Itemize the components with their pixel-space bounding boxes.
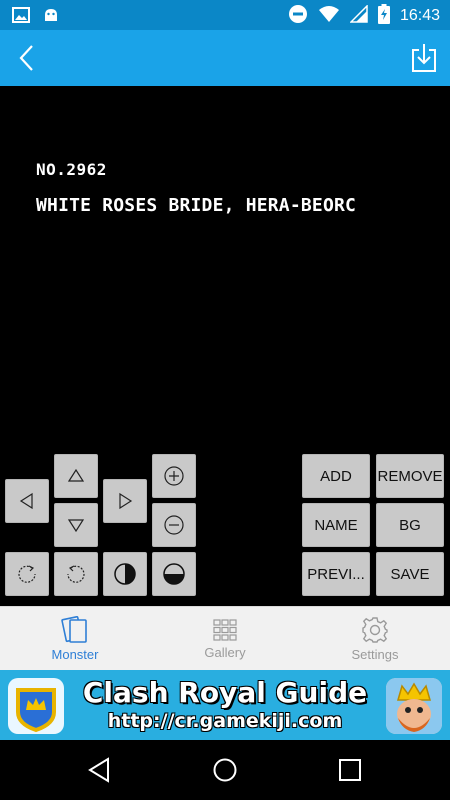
triangle-left-icon [19,492,33,510]
king-character-icon [386,678,442,734]
rotate-cw-icon [18,565,36,583]
grid-icon [213,618,237,641]
bottom-navigation: Monster Gallery Settings [0,606,450,670]
nav-home-icon[interactable] [211,756,239,788]
battery-charging-icon [377,4,390,28]
do-not-disturb-icon [288,4,308,28]
move-up-button[interactable] [54,454,98,498]
gear-icon [362,616,388,643]
minus-circle-icon [164,515,184,535]
tab-settings[interactable]: Settings [300,607,450,670]
move-right-button[interactable] [103,479,147,523]
add-button[interactable]: ADD [302,454,370,498]
zoom-out-button[interactable] [152,503,196,547]
bg-button[interactable]: BG [376,503,444,547]
download-icon[interactable] [410,42,438,74]
triangle-up-icon [67,468,85,482]
status-bar: 16:43 [0,0,450,30]
half-circle-horizontal-icon [163,563,185,585]
flip-vertical-button[interactable] [152,552,196,596]
android-icon [42,6,60,28]
save-button[interactable]: SAVE [376,552,444,596]
clock: 16:43 [399,7,440,24]
plus-circle-icon [164,466,184,486]
remove-button[interactable]: REMOVE [376,454,444,498]
nav-recents-icon[interactable] [338,758,362,786]
move-down-button[interactable] [54,503,98,547]
ad-banner[interactable]: Clash Royal Guide http://cr.gamekiji.com [0,670,450,740]
name-button[interactable]: NAME [302,503,370,547]
crown-shield-icon [8,678,64,734]
wifi-icon [318,5,340,27]
triangle-right-icon [119,492,133,510]
monster-number: NO.2962 [36,160,107,179]
tab-gallery[interactable]: Gallery [150,607,300,670]
back-arrow-icon[interactable] [12,42,44,74]
tab-monster-label: Monster [51,646,99,662]
preview-button[interactable]: PREVI... [302,552,370,596]
flip-horizontal-button[interactable] [103,552,147,596]
app-bar [0,30,450,86]
monster-name: WHITE ROSES BRIDE, HERA-BEORC [36,195,357,216]
system-navigation-bar [0,740,450,800]
half-circle-vertical-icon [114,563,136,585]
rotate-ccw-icon [67,565,85,583]
tab-settings-label: Settings [351,646,399,662]
cards-icon [61,615,87,643]
nav-back-icon[interactable] [86,756,112,788]
rotate-counterclockwise-button[interactable] [54,552,98,596]
rotate-clockwise-button[interactable] [5,552,49,596]
zoom-in-button[interactable] [152,454,196,498]
tab-gallery-label: Gallery [204,644,246,660]
ad-title: Clash Royal Guide [82,676,368,709]
ad-url: http://cr.gamekiji.com [107,710,343,732]
image-icon [12,6,30,28]
signal-icon [349,4,368,27]
move-left-button[interactable] [5,479,49,523]
tab-monster[interactable]: Monster [0,607,150,670]
triangle-down-icon [67,519,85,533]
